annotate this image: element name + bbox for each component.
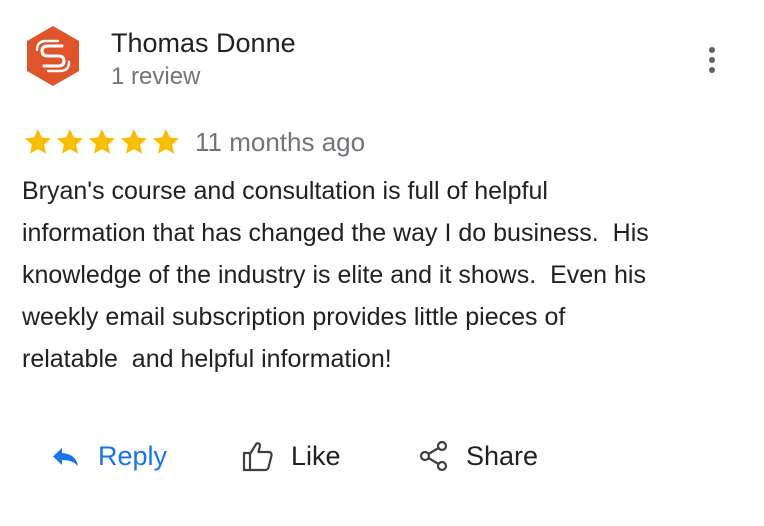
- avatar[interactable]: [22, 25, 84, 87]
- star-icon: [56, 128, 84, 154]
- more-options-button[interactable]: [698, 40, 726, 80]
- star-icon: [120, 128, 148, 154]
- star-icon: [24, 128, 52, 154]
- reviewer-name[interactable]: Thomas Donne: [111, 27, 296, 59]
- star-icon: [152, 128, 180, 154]
- star-rating: [22, 126, 182, 158]
- share-label: Share: [466, 441, 539, 471]
- more-vert-icon: [709, 47, 715, 73]
- reviewer-review-count[interactable]: 1 review: [111, 62, 200, 92]
- review-text: Bryan's course and consultation is full …: [22, 177, 649, 373]
- review-card: Thomas Donne 1 review 11 months ago Brya…: [0, 0, 764, 526]
- review-actions: Reply Like Share: [0, 432, 764, 480]
- brand-s-logo-icon: [27, 26, 79, 86]
- rating-row: 11 months ago: [22, 124, 365, 160]
- like-button[interactable]: Like: [241, 432, 341, 480]
- thumbs-up-icon: [242, 442, 273, 472]
- star-icon: [88, 128, 116, 154]
- reply-label: Reply: [98, 441, 168, 471]
- reply-arrow-icon: [53, 448, 78, 466]
- share-button[interactable]: Share: [417, 432, 538, 480]
- like-label: Like: [291, 441, 341, 471]
- share-icon: [419, 440, 448, 472]
- review-date: 11 months ago: [195, 127, 366, 157]
- reply-button[interactable]: Reply: [48, 432, 167, 480]
